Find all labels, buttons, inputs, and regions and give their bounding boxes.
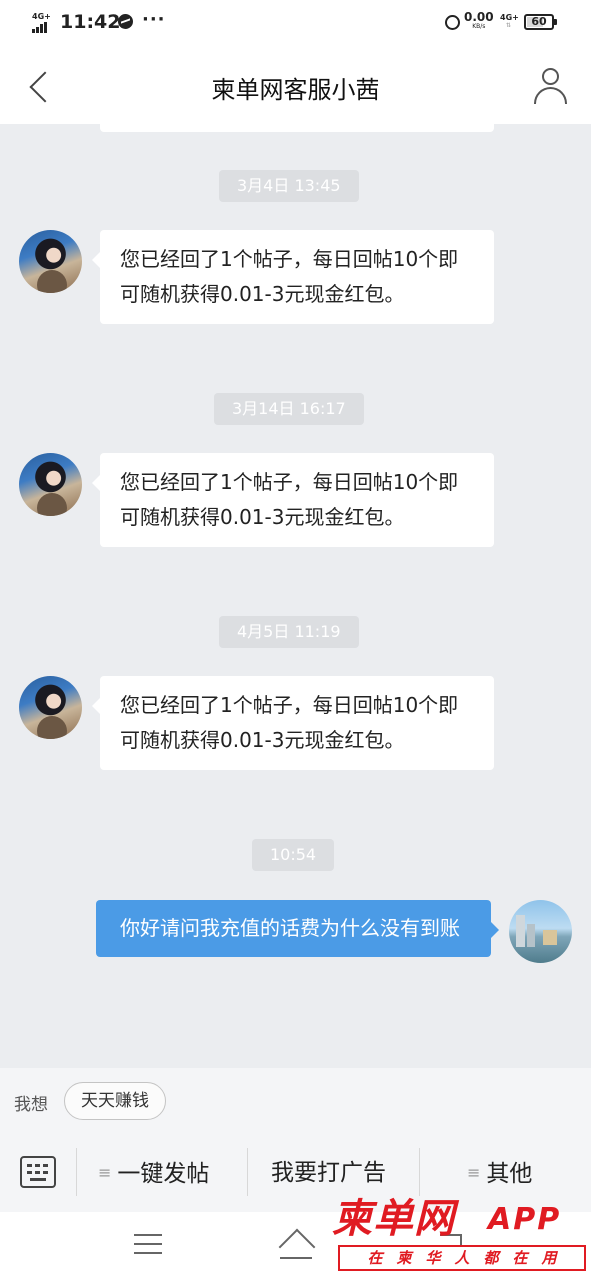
suggestion-chip[interactable]: 天天赚钱	[64, 1082, 166, 1120]
menu-post-label: 一键发帖	[117, 1161, 210, 1187]
chat-area[interactable]: 3月4日 13:45 您已经回了1个帖子，每日回帖10个即可随机获得0.01-3…	[0, 124, 591, 1068]
message-timestamp: 4月5日 11:19	[219, 616, 359, 648]
home-icon[interactable]	[277, 1231, 315, 1259]
network-speed-value: 0.00	[464, 10, 494, 24]
suggestion-label: 我想	[14, 1095, 48, 1115]
clock: 11:42	[60, 11, 121, 33]
menu-other-label: 其他	[486, 1161, 533, 1187]
message-bubble-partial	[100, 124, 494, 132]
network-type-right-label: 4G+	[500, 13, 519, 22]
watermark-app: APP	[488, 1202, 562, 1237]
status-bar: 4G+ 11:42 ··· 0.00 KB/s 4G+ ⇅ 60	[0, 0, 591, 46]
agent-avatar[interactable]	[19, 230, 82, 293]
menu-lines-icon: ≡	[98, 1163, 112, 1182]
watermark-slogan: 在柬华人都在用	[338, 1245, 586, 1271]
message-bubble-incoming[interactable]: 您已经回了1个帖子，每日回帖10个即可随机获得0.01-3元现金红包。	[92, 676, 494, 770]
page-title: 柬单网客服小茜	[211, 76, 380, 104]
signal-icon: 4G+	[32, 12, 54, 34]
message-bubble-incoming[interactable]: 您已经回了1个帖子，每日回帖10个即可随机获得0.01-3元现金红包。	[92, 453, 494, 547]
menu-post-button[interactable]: ≡ 一键发帖	[98, 1156, 209, 1190]
more-notifications-icon: ···	[142, 9, 166, 30]
message-timestamp: 3月4日 13:45	[219, 170, 359, 202]
menu-other-button[interactable]: ≡ 其他	[467, 1156, 532, 1190]
battery-level: 60	[531, 15, 547, 28]
message-bubble-outgoing[interactable]: 你好请问我充值的话费为什么没有到账	[96, 900, 499, 957]
user-avatar[interactable]	[509, 900, 572, 963]
agent-avatar[interactable]	[19, 676, 82, 739]
menu-advertise-button[interactable]: 我要打广告	[271, 1156, 386, 1190]
message-timestamp: 3月14日 16:17	[214, 393, 364, 425]
menu-lines-icon: ≡	[467, 1163, 481, 1182]
message-bubble-incoming[interactable]: 您已经回了1个帖子，每日回帖10个即可随机获得0.01-3元现金红包。	[92, 230, 494, 324]
alarm-icon	[445, 15, 460, 30]
messenger-icon	[118, 14, 133, 29]
recent-apps-icon[interactable]	[134, 1234, 162, 1256]
watermark-brand: 柬单网	[332, 1195, 455, 1242]
battery-icon: 60	[524, 14, 557, 30]
message-timestamp: 10:54	[252, 839, 335, 871]
keyboard-icon[interactable]	[20, 1156, 56, 1188]
agent-avatar[interactable]	[19, 453, 82, 516]
watermark-logo: 柬单网 APP 在柬华人都在用	[330, 1195, 588, 1277]
network-type-right: 4G+ ⇅	[500, 13, 519, 29]
network-speed: 0.00 KB/s	[464, 11, 494, 30]
chat-header: 柬单网客服小茜	[0, 46, 591, 124]
network-type-label: 4G+	[32, 12, 51, 21]
suggestion-bar: 我想 天天赚钱	[0, 1068, 591, 1132]
profile-icon[interactable]	[533, 66, 569, 104]
network-speed-unit: KB/s	[472, 23, 486, 30]
